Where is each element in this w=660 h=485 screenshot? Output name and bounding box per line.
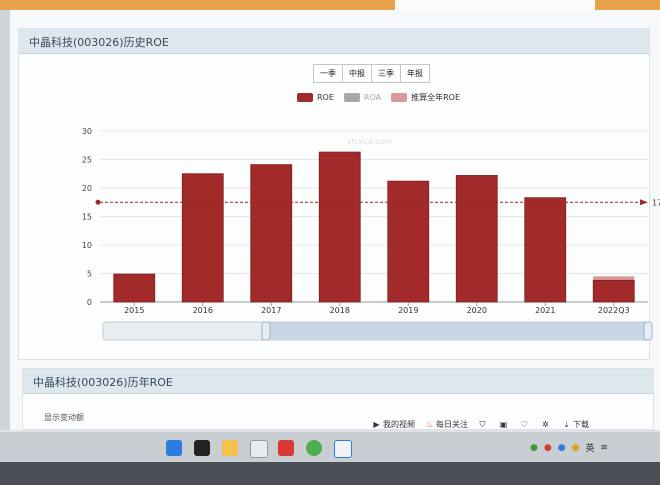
shield-icon: ⛉ (479, 419, 486, 429)
x-tick-label: 2017 (261, 306, 281, 315)
roe-bar (113, 273, 156, 303)
roe-bar (387, 180, 430, 303)
zoom-slider-handle-right[interactable] (643, 321, 653, 341)
tray-app-icon-4[interactable]: ● (572, 443, 580, 453)
settings-icon: ✲ (542, 419, 549, 429)
reference-line-arrow (640, 199, 648, 206)
watermark: choice.com (347, 137, 393, 146)
tray-app-icon-2[interactable]: ● (544, 443, 552, 453)
x-tick-label: 2015 (124, 306, 144, 315)
roe-bar (181, 173, 224, 303)
image-button[interactable]: ▣ (499, 420, 510, 429)
roe-bar (455, 175, 498, 303)
y-tick-label: 25 (82, 156, 92, 165)
bottom-toolbar: ▶ 我的视频 ♨ 每日关注 ⛉ ▣ ♡ ✲ ⤓ 下载 (372, 415, 660, 433)
x-tick-label: 2016 (193, 306, 213, 315)
chart-app-icon[interactable] (250, 440, 268, 458)
zoom-slider-handle-left[interactable] (261, 321, 271, 341)
show-change-checkbox-label[interactable]: 显示变动额 (44, 412, 84, 423)
my-videos-button[interactable]: ▶ 我的视频 (372, 419, 415, 430)
x-tick-label: 2021 (535, 306, 555, 315)
card2-title: 中晶科技(003026)历年ROE (33, 376, 173, 389)
download-icon: ⤓ (564, 419, 569, 429)
image-icon: ▣ (499, 419, 508, 429)
y-tick-label: 15 (82, 213, 92, 222)
app-icon[interactable] (334, 440, 352, 458)
daily-focus-button[interactable]: ♨ 每日关注 (425, 419, 468, 430)
y-tick-label: 0 (87, 298, 92, 307)
taskbar-shadow (0, 462, 660, 485)
roe-bar (318, 151, 361, 303)
folder-icon[interactable] (222, 440, 238, 456)
y-tick-label: 20 (82, 184, 92, 193)
taskbar: ● ● ● ● 英 ≋ (0, 432, 660, 485)
y-tick-label: 30 (82, 127, 92, 136)
tray-app-icon-3[interactable]: ● (558, 443, 566, 453)
y-tick-label: 10 (82, 241, 92, 250)
roe-bar (524, 197, 567, 303)
roe-bar (592, 279, 635, 303)
flame-icon: ♨ (425, 419, 434, 429)
x-tick-label: 2019 (398, 306, 418, 315)
windows-start-icon[interactable] (166, 440, 182, 456)
terminal-icon[interactable] (194, 440, 210, 456)
zoom-slider-selection (266, 322, 650, 340)
download-button[interactable]: ⤓ 下载 (562, 419, 589, 430)
card2-header: 中晶科技(003026)历年ROE (23, 369, 653, 394)
wifi-icon[interactable]: ≋ (600, 443, 608, 453)
heart-icon: ♡ (520, 419, 529, 429)
download-label: 下载 (573, 419, 589, 429)
my-videos-label: 我的视频 (383, 419, 415, 429)
reference-line-label: 17 (652, 198, 660, 207)
reference-line-start (95, 199, 101, 205)
tray-app-icon[interactable]: ● (530, 443, 538, 453)
system-tray: ● ● ● ● 英 ≋ (530, 441, 614, 455)
settings-button[interactable]: ✲ (541, 420, 552, 429)
roe-bar (250, 164, 293, 303)
y-tick-label: 5 (87, 270, 92, 279)
daily-focus-label: 每日关注 (436, 419, 468, 429)
play-icon: ▶ (373, 419, 380, 429)
x-tick-label: 2022Q3 (598, 306, 630, 315)
heart-button[interactable]: ♡ (520, 420, 531, 429)
x-tick-label: 2020 (467, 306, 487, 315)
tray-language[interactable]: 英 (585, 441, 594, 454)
x-tick-label: 2018 (330, 306, 350, 315)
shield-button[interactable]: ⛉ (478, 420, 489, 429)
browser-icon[interactable] (306, 440, 322, 456)
red-app-icon[interactable] (278, 440, 294, 456)
